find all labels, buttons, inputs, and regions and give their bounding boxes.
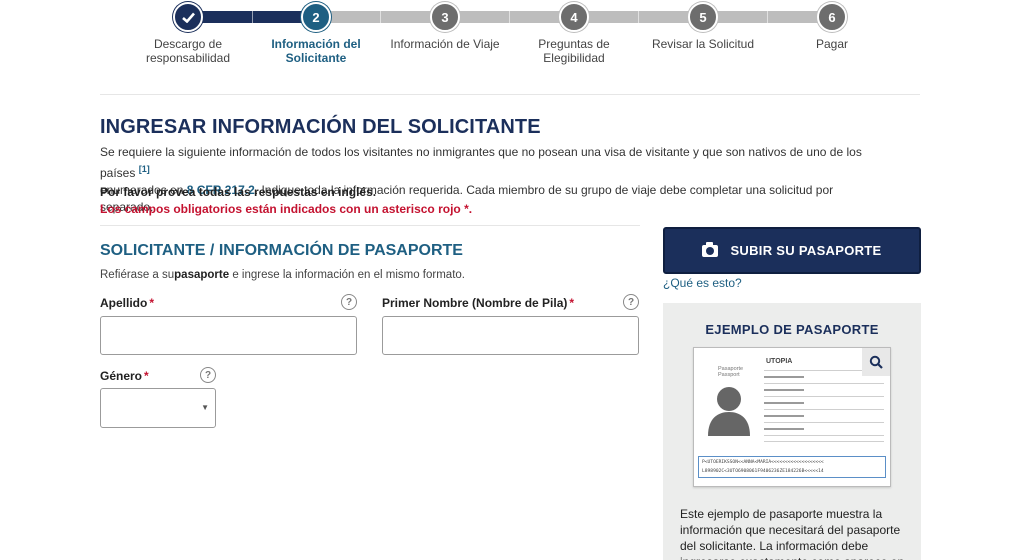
step-disclaimer[interactable]: Descargo de responsabilidad [123, 0, 253, 65]
step-review[interactable]: 5 Revisar la Solicitud [638, 0, 768, 51]
step-label: Información de Viaje [390, 37, 500, 51]
passport-detail-lines [764, 370, 884, 447]
zoom-magnifier-icon[interactable] [862, 348, 890, 376]
step-label: Descargo de responsabilidad [145, 37, 231, 65]
refer-text: Refiérase a supasaporte e ingrese la inf… [100, 269, 465, 281]
passport-sample-image: Pasaporte Passport UTOPIA P<UTOERIKSSON<<… [693, 347, 891, 487]
passport-country: UTOPIA [766, 358, 793, 365]
passport-word: Pasaporte Passport [718, 366, 744, 378]
section-title: SOLICITANTE / INFORMACIÓN DE PASAPORTE [100, 242, 463, 259]
required-marker: * [144, 369, 149, 383]
step-3-circle: 3 [430, 2, 460, 32]
required-note: Los campos obligatorios están indicados … [100, 202, 473, 216]
step-travel-info[interactable]: 3 Información de Viaje [380, 0, 510, 51]
example-title: EJEMPLO DE PASAPORTE [705, 322, 879, 337]
divider [100, 225, 640, 226]
footnote-link[interactable]: [1] [139, 164, 150, 174]
step-6-circle: 6 [817, 2, 847, 32]
step-label: Revisar la Solicitud [651, 37, 755, 51]
person-silhouette-icon [708, 387, 750, 436]
gender-label: Género * [100, 369, 149, 383]
step-label: Preguntas de Elegibilidad [538, 37, 610, 65]
page-title: INGRESAR INFORMACIÓN DEL SOLICITANTE [100, 116, 541, 138]
required-marker: * [149, 296, 155, 310]
step-4-circle: 4 [559, 2, 589, 32]
passport-example-panel: EJEMPLO DE PASAPORTE Pasaporte Passport U… [663, 303, 921, 560]
help-icon[interactable]: ? [341, 294, 357, 310]
progress-stepper: Descargo de responsabilidad 2 Información… [0, 0, 1024, 90]
help-icon[interactable]: ? [623, 294, 639, 310]
english-note: Por favor provea todas las respuestas en… [100, 185, 377, 199]
surname-label: Apellido * [100, 296, 155, 310]
what-is-this-link[interactable]: ¿Qué es esto? [663, 276, 742, 290]
step-eligibility[interactable]: 4 Preguntas de Elegibilidad [509, 0, 639, 65]
step-label: Pagar [815, 37, 849, 51]
upload-passport-button[interactable]: SUBIR SU PASAPORTE [663, 227, 921, 274]
step-payment[interactable]: 6 Pagar [767, 0, 897, 51]
given-name-input[interactable] [382, 316, 639, 355]
required-marker: * [569, 296, 575, 310]
step-label: Información del Solicitante [271, 37, 361, 65]
surname-input[interactable] [100, 316, 357, 355]
caret-down-icon: ▼ [201, 403, 209, 412]
step-2-circle: 2 [301, 2, 331, 32]
divider [100, 94, 920, 95]
step-5-circle: 5 [688, 2, 718, 32]
example-description: Este ejemplo de pasaporte muestra la inf… [680, 507, 904, 560]
check-icon [181, 12, 195, 23]
camera-icon [702, 241, 719, 257]
upload-passport-label: SUBIR SU PASAPORTE [730, 243, 882, 258]
help-icon[interactable]: ? [200, 367, 216, 383]
step-1-circle [173, 2, 203, 32]
passport-mrz: P<UTOERIKSSON<<ANNA<MARIA<<<<<<<<<<<<<<<… [698, 456, 886, 478]
step-applicant-info[interactable]: 2 Información del Solicitante [251, 0, 381, 65]
given-name-label: Primer Nombre (Nombre de Pila) * [382, 296, 575, 310]
gender-select[interactable]: ▼ [100, 388, 216, 428]
